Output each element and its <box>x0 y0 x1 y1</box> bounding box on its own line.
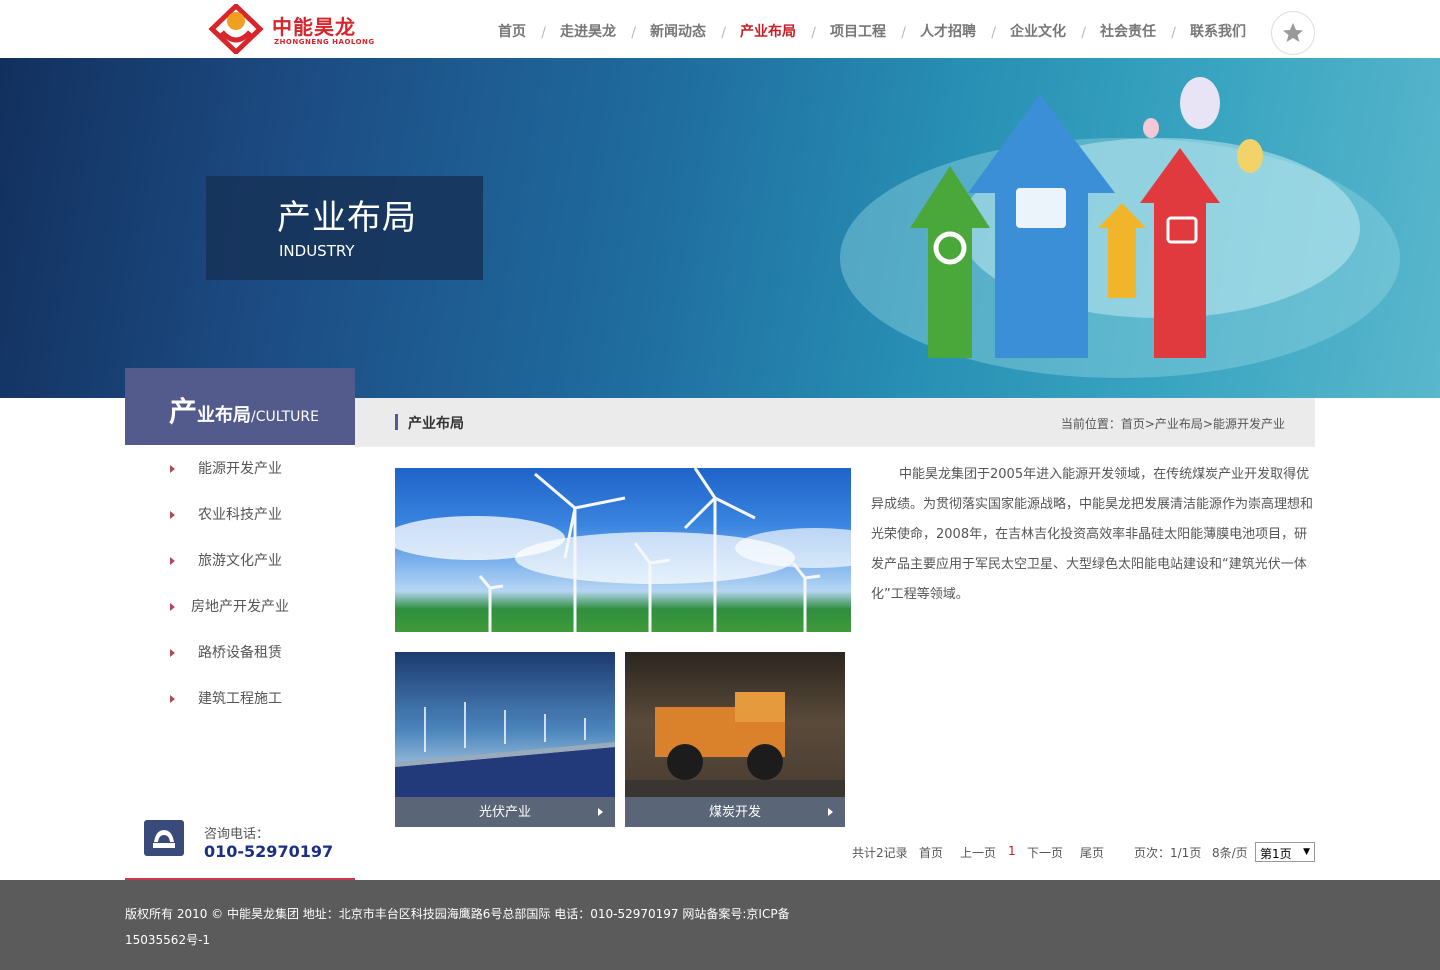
sidebar-menu: 能源开发产业 农业科技产业 旅游文化产业 房地产开发产业 路桥设备租赁 建筑工程… <box>125 446 355 722</box>
nav-projects[interactable]: 项目工程 / <box>812 0 906 58</box>
pager-current: 1 <box>1008 844 1016 858</box>
breadcrumb[interactable]: 当前位置：首页>产业布局>能源开发产业 <box>1061 415 1285 432</box>
arrow-right-icon <box>170 603 175 611</box>
logo-text-en: ZHONGNENG HAOLONG <box>274 38 375 46</box>
sidebar-heading-en: /CULTURE <box>251 409 319 425</box>
sidebar-heading-first-char: 产 <box>169 395 198 428</box>
site-logo[interactable]: 中能昊龙 ZHONGNENG HAOLONG <box>208 4 378 54</box>
section-marker <box>395 414 398 430</box>
arrow-right-icon <box>170 557 175 565</box>
sidebar-item-construction[interactable]: 建筑工程施工 <box>125 676 355 722</box>
nav-contact[interactable]: 联系我们 <box>1172 0 1262 58</box>
pager-next[interactable]: 下一页 <box>1027 844 1063 861</box>
section-title: 产业布局 <box>408 416 464 432</box>
arrow-right-icon <box>170 465 175 473</box>
nav-about[interactable]: 走进昊龙 / <box>542 0 636 58</box>
pager-prev[interactable]: 上一页 <box>960 844 996 861</box>
dropdown-arrow-icon: ▼ <box>1303 847 1310 857</box>
arrow-right-icon <box>170 695 175 703</box>
nav-responsibility[interactable]: 社会责任 / <box>1082 0 1176 58</box>
industry-description: 中能昊龙集团于2005年进入能源开发领域，在传统煤炭产业开发取得优异成绩。为贯彻… <box>871 467 1314 602</box>
sidebar-item-tourism[interactable]: 旅游文化产业 <box>125 538 355 584</box>
nav-careers[interactable]: 人才招聘 / <box>902 0 996 58</box>
caret-right-icon <box>828 808 833 816</box>
page-select[interactable]: 第1页 ▼ <box>1255 842 1315 862</box>
pager-first[interactable]: 首页 <box>919 844 943 861</box>
banner-title-box: 产业布局 INDUSTRY <box>206 176 483 280</box>
site-header: 中能昊龙 ZHONGNENG HAOLONG 首页 / 走进昊龙 / 新闻动态 / 产… <box>0 0 1440 58</box>
main-nav: 首页 / 走进昊龙 / 新闻动态 / 产业布局 / 项目工程 / 人才招聘 / 企业文化 / … <box>480 0 1262 58</box>
thumb-caption-coal[interactable]: 煤炭开发 <box>625 797 845 827</box>
pager-total: 共计2记录 <box>852 846 908 860</box>
arrow-right-icon <box>170 511 175 519</box>
solar-panel-image <box>395 702 615 797</box>
pager-last[interactable]: 尾页 <box>1080 844 1104 861</box>
sidebar-item-equipment[interactable]: 路桥设备租赁 <box>125 630 355 676</box>
thumb-caption-solar[interactable]: 光伏产业 <box>395 797 615 827</box>
nav-news[interactable]: 新闻动态 / <box>632 0 726 58</box>
banner-arrows-illustration <box>840 77 1400 378</box>
pager-info: 页次：1/1页 <box>1134 846 1202 860</box>
pager-per-page: 8条/页 <box>1212 846 1248 860</box>
contact-number: 010-52970197 <box>204 842 334 861</box>
caret-right-icon <box>598 808 603 816</box>
thumb-solar[interactable]: 光伏产业 <box>395 652 615 827</box>
thumb-coal[interactable]: 煤炭开发 <box>625 652 845 827</box>
sidebar-item-agriculture[interactable]: 农业科技产业 <box>125 492 355 538</box>
star-icon <box>1283 23 1303 42</box>
mining-truck-image <box>625 692 845 797</box>
site-footer: 版权所有 2010 © 中能昊龙集团 地址：北京市丰台区科技园海鹰路6号总部国际… <box>0 880 1440 970</box>
phone-icon <box>144 820 184 856</box>
logo-emblem-icon <box>208 4 264 54</box>
sidebar-heading: 产业布局/CULTURE <box>125 368 355 445</box>
favorite-button[interactable] <box>1271 11 1315 55</box>
banner-subtitle: INDUSTRY <box>279 242 355 260</box>
nav-culture[interactable]: 企业文化 / <box>992 0 1086 58</box>
sidebar-item-energy[interactable]: 能源开发产业 <box>125 446 355 492</box>
hero-banner: 产业布局 INDUSTRY <box>0 58 1440 398</box>
sidebar-item-realestate[interactable]: 房地产开发产业 <box>125 584 355 630</box>
contact-label: 咨询电话： <box>204 827 270 842</box>
content-header: 产业布局 当前位置：首页>产业布局>能源开发产业 <box>355 398 1315 447</box>
logo-text: 中能昊龙 <box>272 15 356 39</box>
arrow-right-icon <box>170 649 175 657</box>
wind-turbine-photo <box>395 468 851 632</box>
footer-icp[interactable]: 15035562号-1 <box>125 931 210 948</box>
contact-box: 咨询电话： 010-52970197 <box>125 808 355 880</box>
nav-industry[interactable]: 产业布局 / <box>722 0 816 58</box>
sidebar-heading-rest: 业布局 <box>197 405 252 426</box>
footer-copyright: 版权所有 2010 © 中能昊龙集团 地址：北京市丰台区科技园海鹰路6号总部国际… <box>125 907 790 921</box>
nav-home[interactable]: 首页 / <box>480 0 546 58</box>
banner-title: 产业布局 <box>277 198 417 238</box>
